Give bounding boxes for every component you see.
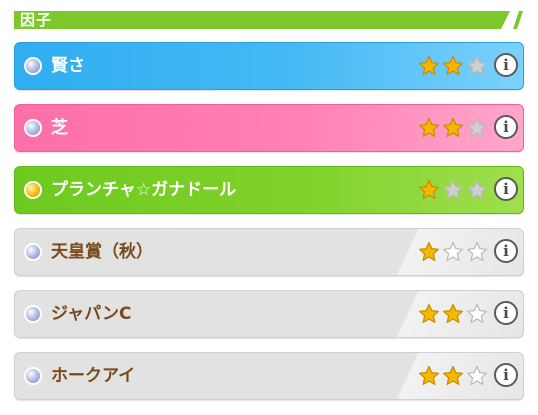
star-filled-icon: [419, 303, 439, 323]
info-icon-button[interactable]: i: [494, 53, 518, 77]
factor-section-header: 因子: [14, 9, 524, 31]
info-icon-button[interactable]: i: [494, 177, 518, 201]
factor-type-dot-icon: [26, 307, 40, 321]
factor-star-rating: [418, 241, 490, 263]
factor-name: 賢さ: [51, 56, 85, 76]
factor-type-dot-icon: [26, 183, 40, 197]
star-empty-icon: [467, 55, 487, 75]
star-empty-icon: [467, 241, 487, 261]
star-filled-icon: [419, 365, 439, 385]
star-filled-icon: [443, 55, 463, 75]
header-bar: [14, 11, 510, 29]
factor-card[interactable]: ジャパンC i: [14, 290, 524, 338]
star-empty-icon: [467, 117, 487, 137]
factor-type-dot-icon: [26, 121, 40, 135]
info-icon-button[interactable]: i: [494, 239, 518, 263]
star-empty-icon: [443, 179, 463, 199]
factor-name: 芝: [51, 118, 68, 138]
header-title: 因子: [20, 11, 53, 29]
star-empty-icon: [443, 241, 463, 261]
factor-star-rating: [418, 117, 490, 139]
star-filled-icon: [419, 55, 439, 75]
info-icon-button[interactable]: i: [494, 301, 518, 325]
header-stripe: [513, 11, 523, 29]
star-filled-icon: [419, 179, 439, 199]
factor-type-dot-icon: [26, 245, 40, 259]
info-icon-button[interactable]: i: [494, 115, 518, 139]
factor-card[interactable]: 天皇賞（秋） i: [14, 228, 524, 276]
factor-star-rating: [418, 365, 490, 387]
factor-type-dot-icon: [26, 369, 40, 383]
factor-card[interactable]: ホークアイ i: [14, 352, 524, 400]
star-empty-icon: [467, 303, 487, 323]
star-filled-icon: [443, 303, 463, 323]
factor-star-rating: [418, 179, 490, 201]
star-filled-icon: [419, 117, 439, 137]
star-filled-icon: [419, 241, 439, 261]
factor-star-rating: [418, 303, 490, 325]
factor-card[interactable]: 芝i: [14, 104, 524, 152]
factor-name: ジャパンC: [51, 304, 132, 324]
factor-name: 天皇賞（秋）: [51, 242, 153, 262]
factor-star-rating: [418, 55, 490, 77]
factor-name: プランチャ☆ガナドール: [51, 180, 237, 200]
star-empty-icon: [467, 365, 487, 385]
factor-name: ホークアイ: [51, 366, 136, 386]
star-filled-icon: [443, 117, 463, 137]
factor-type-dot-icon: [26, 59, 40, 73]
factor-card[interactable]: プランチャ☆ガナドール i: [14, 166, 524, 214]
info-icon-button[interactable]: i: [494, 363, 518, 387]
factor-card[interactable]: 賢さ i: [14, 42, 524, 90]
star-empty-icon: [467, 179, 487, 199]
star-filled-icon: [443, 365, 463, 385]
